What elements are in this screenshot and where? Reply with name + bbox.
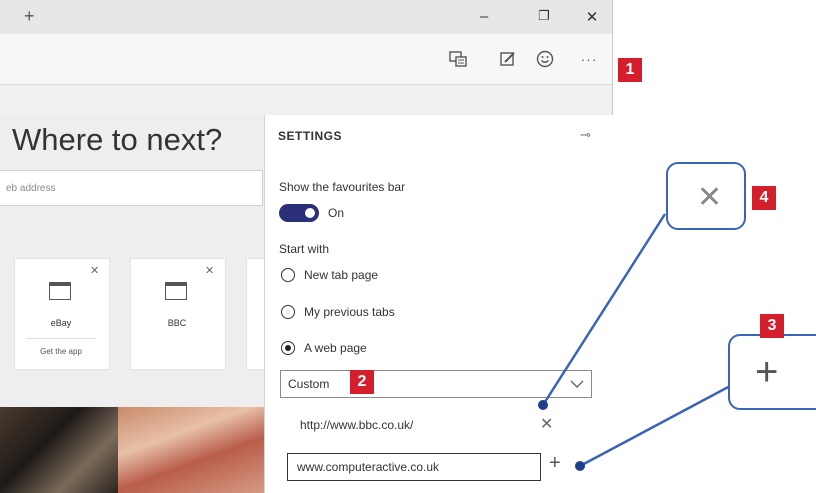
callout-badge-4: 4 bbox=[752, 186, 776, 210]
close-icon: ✕ bbox=[697, 181, 723, 214]
callout-badge-2: 2 bbox=[350, 370, 374, 394]
callout-badge-3: 3 bbox=[760, 314, 784, 338]
callout-badge-1: 1 bbox=[618, 58, 642, 82]
callout-lines bbox=[538, 213, 733, 471]
plus-icon: + bbox=[755, 350, 779, 394]
